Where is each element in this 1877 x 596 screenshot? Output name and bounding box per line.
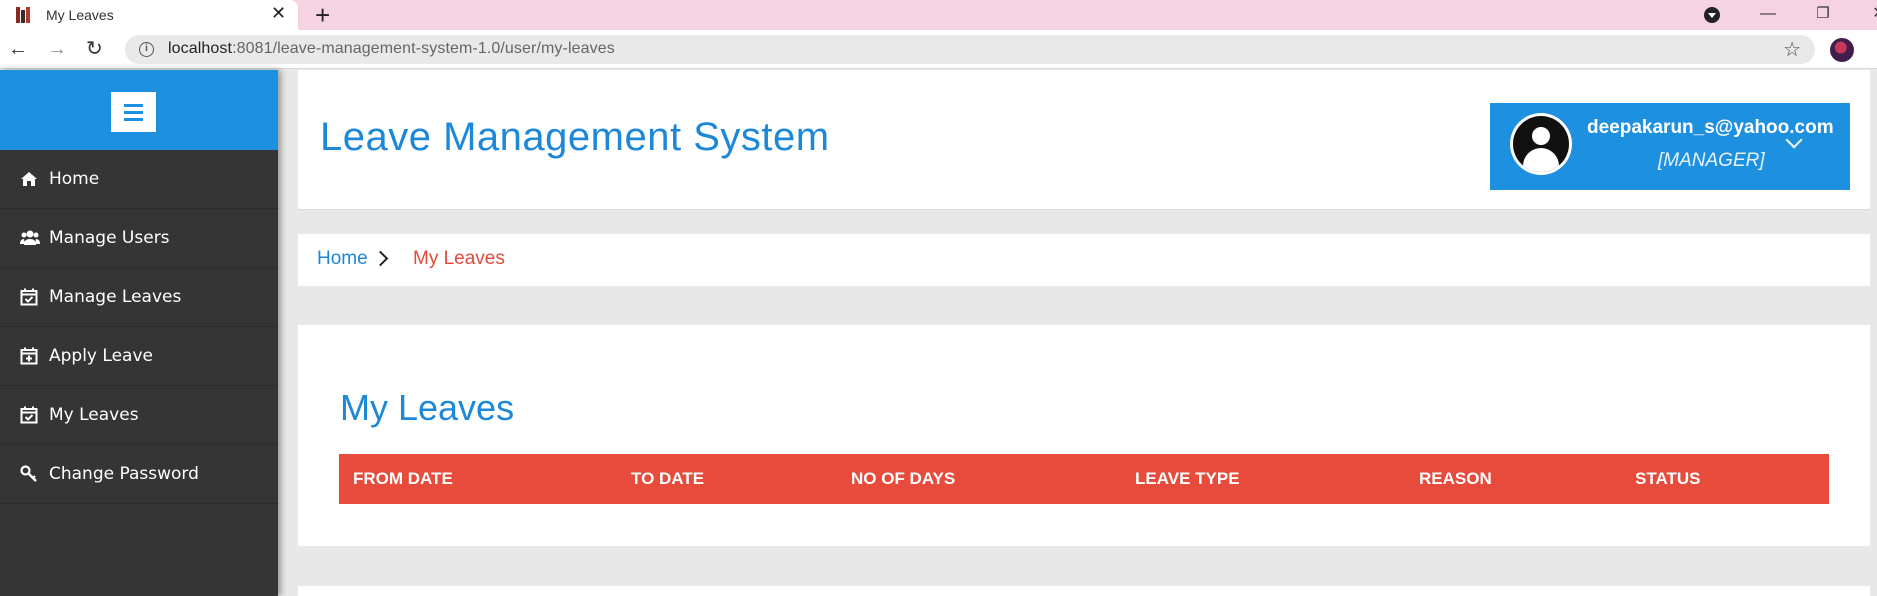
user-role: [MANAGER] xyxy=(1658,150,1765,171)
breadcrumb-current: My Leaves xyxy=(413,248,505,269)
restore-button[interactable]: ❐ xyxy=(1800,0,1846,30)
books-favicon-icon xyxy=(16,7,32,23)
sidebar-item-manage-leaves[interactable]: Manage Leaves xyxy=(0,268,278,327)
sidebar: Home Manage Users Manage Leaves Apply Le… xyxy=(0,70,278,596)
column-header-no-of-days[interactable]: NO OF DAYS xyxy=(851,469,955,489)
new-tab-button[interactable]: + xyxy=(315,0,330,30)
sidebar-item-label: Home xyxy=(49,169,100,189)
app-title: Leave Management System xyxy=(320,115,830,159)
column-header-from-date[interactable]: FROM DATE xyxy=(353,469,453,489)
sidebar-item-label: My Leaves xyxy=(49,405,139,425)
sidebar-header xyxy=(0,70,278,150)
section-title: My Leaves xyxy=(340,387,515,428)
column-header-status[interactable]: STATUS xyxy=(1635,469,1700,489)
column-header-reason[interactable]: REASON xyxy=(1419,469,1492,489)
sidebar-item-apply-leave[interactable]: Apply Leave xyxy=(0,327,278,386)
sidebar-item-home[interactable]: Home xyxy=(0,150,278,209)
menu-toggle-icon[interactable] xyxy=(111,92,156,132)
forward-arrow-icon[interactable]: → xyxy=(47,37,67,61)
url-path: :8081/leave-management-system-1.0/user/m… xyxy=(232,40,615,57)
url-text[interactable]: localhost:8081/leave-management-system-1… xyxy=(168,40,615,58)
sidebar-item-label: Manage Leaves xyxy=(49,287,182,307)
users-icon xyxy=(20,229,40,247)
key-icon xyxy=(20,465,38,483)
tab-search-dropdown-icon[interactable] xyxy=(1704,7,1720,23)
minimize-button[interactable]: — xyxy=(1745,0,1791,30)
url-host: localhost xyxy=(168,40,233,57)
calendar-plus-icon xyxy=(20,347,38,365)
close-window-button[interactable]: ✕ xyxy=(1856,0,1877,30)
user-menu[interactable]: deepakarun_s@yahoo.com [MANAGER] xyxy=(1490,103,1850,190)
address-bar[interactable]: i localhost:8081/leave-management-system… xyxy=(125,35,1815,64)
app-header: Leave Management System deepakarun_s@yah… xyxy=(298,70,1870,210)
sidebar-item-label: Change Password xyxy=(49,464,199,484)
tab-close-icon[interactable]: ✕ xyxy=(271,3,286,24)
site-info-icon[interactable]: i xyxy=(139,42,154,57)
sidebar-item-label: Apply Leave xyxy=(49,346,153,366)
calendar-check-icon xyxy=(20,288,38,306)
user-avatar-icon xyxy=(1510,113,1572,175)
table-header: FROM DATE TO DATE NO OF DAYS LEAVE TYPE … xyxy=(339,454,1829,504)
breadcrumb: Home My Leaves xyxy=(298,234,1870,286)
chevron-right-icon xyxy=(372,250,389,267)
browser-toolbar: ← → ↻ i localhost:8081/leave-management-… xyxy=(0,30,1877,69)
footer-card xyxy=(298,586,1870,596)
sidebar-item-manage-users[interactable]: Manage Users xyxy=(0,209,278,268)
column-header-leave-type[interactable]: LEAVE TYPE xyxy=(1135,469,1240,489)
calendar-check-icon xyxy=(20,406,38,424)
tab-title: My Leaves xyxy=(46,7,114,23)
my-leaves-panel: My Leaves FROM DATE TO DATE NO OF DAYS L… xyxy=(298,325,1870,546)
breadcrumb-home-link[interactable]: Home xyxy=(317,248,368,270)
column-header-to-date[interactable]: TO DATE xyxy=(631,469,704,489)
reload-icon[interactable]: ↻ xyxy=(86,37,103,61)
bookmark-star-icon[interactable]: ☆ xyxy=(1783,37,1801,62)
sidebar-item-label: Manage Users xyxy=(49,228,170,248)
home-icon xyxy=(20,170,38,188)
sidebar-item-change-password[interactable]: Change Password xyxy=(0,445,278,504)
sidebar-item-my-leaves[interactable]: My Leaves xyxy=(0,386,278,445)
profile-avatar-icon[interactable] xyxy=(1830,38,1854,62)
back-arrow-icon[interactable]: ← xyxy=(8,37,28,61)
browser-tab[interactable]: My Leaves ✕ xyxy=(0,0,298,30)
browser-tab-bar: My Leaves ✕ + — ❐ ✕ xyxy=(0,0,1877,30)
